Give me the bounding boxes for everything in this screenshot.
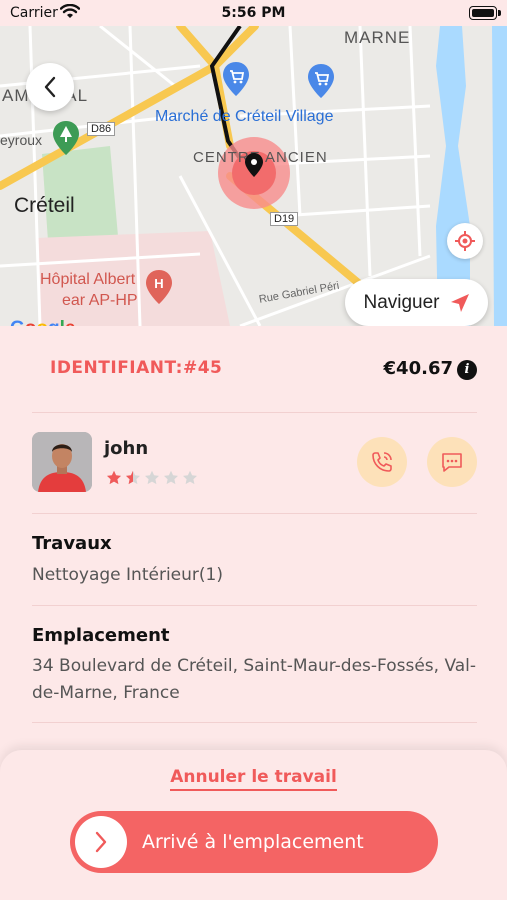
emplacement-value: 34 Boulevard de Créteil, Saint-Maur-des-… — [32, 656, 477, 703]
google-logo: Google — [10, 318, 75, 326]
avatar — [32, 432, 92, 492]
star-icon — [164, 470, 178, 485]
bottom-sheet: Annuler le travail Arrivé à l'emplacemen… — [0, 750, 507, 900]
message-button[interactable] — [427, 437, 477, 487]
call-button[interactable] — [357, 437, 407, 487]
star-icon — [145, 470, 159, 485]
map-label-hopital: Hôpital Albert — [40, 271, 136, 288]
star-icon — [183, 470, 197, 485]
location-pin-icon — [245, 153, 263, 177]
customer-name: john — [104, 438, 149, 459]
back-button[interactable] — [26, 63, 74, 111]
map-label-marche: Marché de Créteil Village — [155, 108, 334, 125]
shopping-cart-icon[interactable] — [308, 64, 334, 98]
arrive-slider-handle[interactable] — [75, 816, 127, 868]
shopping-cart-icon[interactable] — [223, 62, 249, 96]
divider — [32, 722, 477, 723]
clock: 5:56 PM — [221, 5, 286, 21]
rating-stars — [106, 470, 198, 486]
info-icon[interactable]: i — [457, 360, 477, 380]
locate-me-button[interactable] — [447, 223, 483, 259]
cancel-job-row: Annuler le travail — [0, 767, 507, 791]
job-identifier: IDENTIFIANT:#45 — [50, 358, 223, 378]
job-price: €40.67 — [383, 358, 453, 379]
crosshair-icon — [455, 231, 475, 251]
map-view[interactable]: MARNE AMPEVAL Marché de Créteil Village … — [0, 26, 507, 326]
park-icon[interactable] — [53, 121, 79, 155]
star-icon — [107, 470, 121, 485]
customer-photo — [32, 432, 92, 492]
travaux-value: Nettoyage Intérieur(1) — [32, 565, 223, 585]
phone-icon — [372, 452, 392, 472]
divider — [32, 605, 477, 606]
chevron-left-icon — [44, 76, 56, 98]
navigate-button[interactable]: Naviguer — [345, 279, 488, 326]
divider — [32, 513, 477, 514]
map-label-marne: MARNE — [344, 28, 411, 47]
arrive-button[interactable]: Arrivé à l'emplacement — [70, 811, 438, 873]
map-label-hopital-2: ear AP-HP — [62, 292, 138, 309]
divider — [32, 412, 477, 413]
map-label-d19: D19 — [270, 212, 299, 226]
battery-icon — [469, 6, 501, 20]
map-label-eyroux: eyroux — [0, 132, 43, 148]
arrive-label: Arrivé à l'emplacement — [142, 831, 364, 853]
chat-icon — [442, 453, 462, 472]
map-label-d86: D86 — [87, 122, 116, 136]
cancel-job-link[interactable]: Annuler le travail — [170, 767, 337, 791]
hospital-icon[interactable]: H — [146, 270, 172, 304]
travaux-title: Travaux — [32, 533, 112, 554]
navigation-arrow-icon — [450, 293, 469, 312]
star-icon — [126, 470, 140, 485]
map-label-creteil: Créteil — [14, 194, 75, 217]
navigate-label: Naviguer — [363, 291, 440, 313]
job-header: IDENTIFIANT:#45 €40.67 i — [32, 358, 477, 382]
emplacement-title: Emplacement — [32, 625, 170, 646]
chevron-right-icon — [95, 831, 107, 853]
status-bar: Carrier 5:56 PM — [0, 0, 507, 26]
svg-text:H: H — [154, 276, 163, 291]
